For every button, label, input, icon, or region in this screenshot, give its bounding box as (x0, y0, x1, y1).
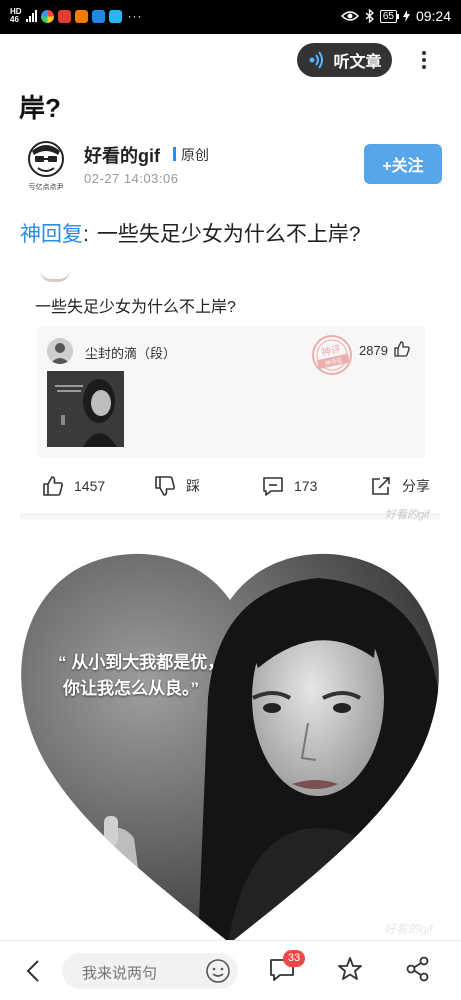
god-comment-stamp: 神评 神评论 (312, 335, 352, 375)
heart-quote: “ 从小到大我都是优， 你让我怎么从良。” (58, 650, 224, 702)
share-icon[interactable] (404, 955, 432, 983)
network-gen-label: 46 (10, 15, 19, 24)
comment-input[interactable]: 我来说两句 (62, 953, 238, 989)
hot-comment: 尘封的滴（段） 神评 神评论 2879 (37, 326, 425, 458)
app-notification-icon (108, 9, 122, 23)
commenter-name: 尘封的滴（段） (85, 346, 177, 361)
star-icon[interactable] (336, 955, 364, 983)
dot (422, 65, 426, 69)
comment-icon (263, 477, 283, 496)
dislike-label: 踩 (186, 478, 200, 494)
dot (422, 58, 426, 62)
card-question: 一些失足少女为什么不上岸? (35, 299, 236, 316)
post-time: 02-27 14:03:06 (84, 171, 179, 186)
bluetooth-icon (365, 9, 374, 23)
thumbs-up-icon (43, 476, 63, 496)
card-action-row: 1457 踩 173 分享 (20, 470, 440, 502)
card-top-fragment (40, 270, 70, 282)
follow-button[interactable]: +关注 (364, 144, 442, 184)
listen-article-label: 听文章 (333, 54, 382, 71)
comment-placeholder: 我来说两句 (82, 965, 158, 982)
comments-button[interactable]: 173 (262, 470, 317, 502)
comment-like-count: 2879 (359, 343, 388, 358)
commenter-avatar (47, 338, 73, 364)
card-bottom-divider (20, 513, 440, 520)
app-notification-icon (40, 9, 54, 23)
dislike-button[interactable]: 踩 (154, 470, 200, 502)
heart-photo[interactable] (18, 548, 442, 943)
signal-icon (25, 10, 37, 22)
comment-image-thumbnail (47, 371, 124, 447)
original-marker (173, 147, 176, 161)
dot (422, 51, 426, 55)
like-count: 1457 (74, 478, 106, 494)
avatar-caption: 亏亿点点尹 (28, 184, 64, 191)
app-notification-icon (74, 9, 88, 23)
article-headline: 神回复: 一些失足少女为什么不上岸? (20, 218, 361, 248)
comment-count-badge: 33 (283, 950, 305, 967)
thumbs-down-icon (155, 476, 175, 496)
charging-icon (402, 10, 410, 22)
thumbs-up-icon (394, 341, 410, 357)
share-button[interactable]: 分享 (370, 470, 430, 502)
audio-wave-icon (309, 51, 324, 69)
app-notification-icon (57, 9, 71, 23)
bottom-toolbar: 我来说两句 33 (0, 940, 461, 1000)
headline-question: 一些失足少女为什么不上岸? (96, 223, 361, 246)
back-arrow-icon[interactable] (20, 957, 48, 985)
image-watermark: 好看的gif (384, 922, 433, 936)
more-options-button[interactable] (412, 47, 436, 73)
author-name[interactable]: 好看的gif (84, 142, 160, 168)
card-watermark: 好看的gif (385, 509, 430, 521)
headline-colon: : (83, 223, 89, 246)
status-bar: HD 46 ··· 65 09:24 (0, 0, 461, 34)
headline-tag[interactable]: 神回复 (20, 223, 83, 246)
article-title: 岸? (19, 93, 61, 123)
app-notification-icon (91, 9, 105, 23)
like-button[interactable]: 1457 (42, 470, 105, 502)
original-label: 原创 (181, 147, 209, 163)
comment-count: 173 (294, 478, 318, 494)
quote-line-2: 你让我怎么从良。” (63, 679, 199, 698)
share-label: 分享 (402, 478, 430, 494)
emoji-icon[interactable] (205, 958, 231, 984)
quote-line-1: “ 从小到大我都是优， (58, 653, 225, 672)
battery-icon: 65 (379, 9, 400, 23)
share-icon (372, 477, 390, 495)
eye-icon (340, 11, 359, 21)
clock: 09:24 (415, 8, 451, 24)
listen-article-button[interactable]: 听文章 (297, 43, 392, 77)
more-notifications: ··· (127, 9, 143, 23)
